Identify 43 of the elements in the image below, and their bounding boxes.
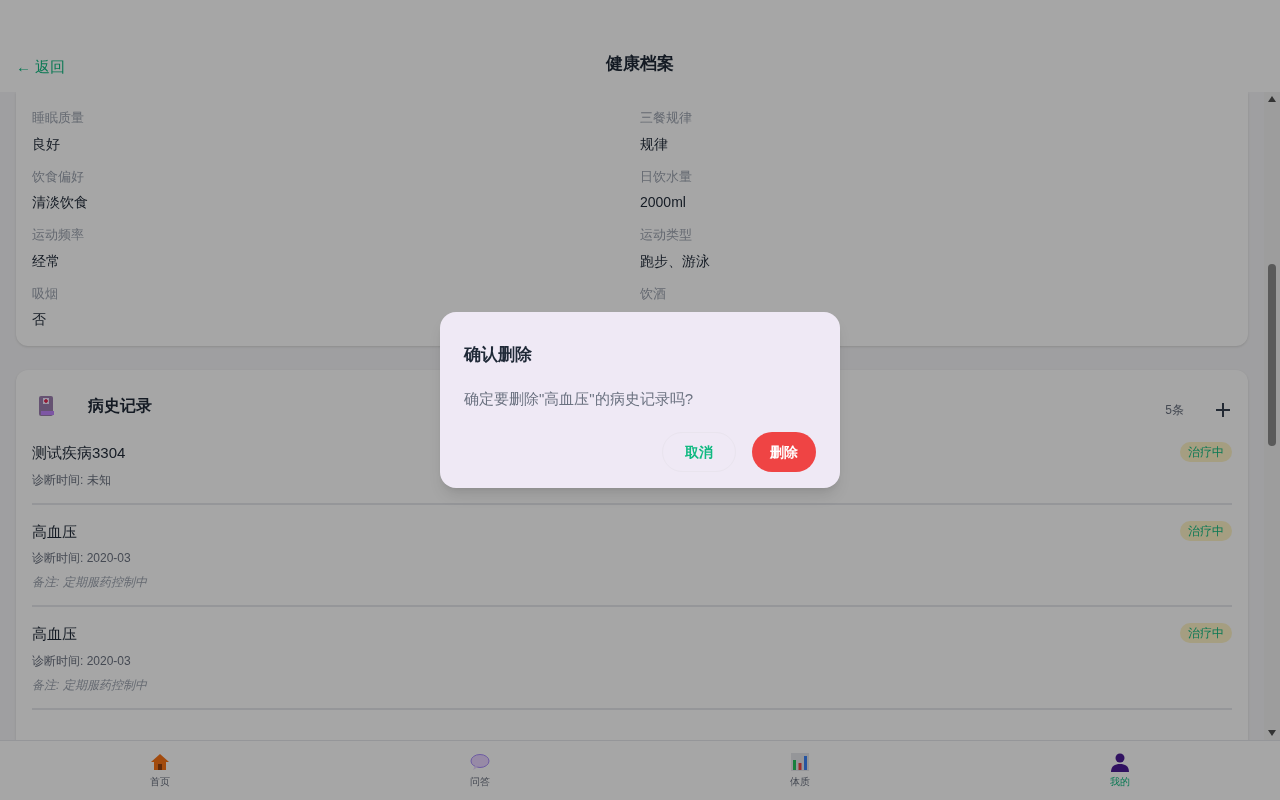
field-label: 日饮水量 bbox=[640, 167, 693, 186]
field-label: 运动频率 bbox=[32, 226, 85, 244]
field-label: 饮酒 bbox=[640, 284, 667, 303]
diagnosis-date: 诊断时间: 未知 bbox=[32, 471, 112, 489]
status-badge: 治疗中 bbox=[1180, 623, 1232, 643]
dialog-title: 确认删除 bbox=[464, 344, 533, 366]
record-note: 备注: 定期服药控制中 bbox=[32, 676, 147, 694]
field-label: 饮食偏好 bbox=[32, 167, 85, 186]
back-link[interactable]: ← 返回 bbox=[16, 55, 66, 78]
record-note: 备注: 定期服药控制中 bbox=[32, 574, 147, 591]
field-value: 2000ml bbox=[640, 193, 687, 212]
tab[interactable]: 我的 bbox=[960, 741, 1280, 800]
scrollbar[interactable] bbox=[1264, 92, 1280, 740]
field-value: 良好 bbox=[32, 134, 61, 154]
field-label: 运动类型 bbox=[640, 226, 693, 244]
field-value: 清淡饮食 bbox=[32, 193, 89, 212]
add-icon[interactable] bbox=[1214, 401, 1232, 419]
page-title: 健康档案 bbox=[606, 52, 674, 75]
diagnosis-date: 诊断时间: 2020-03 bbox=[32, 550, 132, 567]
person-icon bbox=[1110, 752, 1130, 772]
bar-chart-icon bbox=[790, 752, 810, 772]
field-value: 经常 bbox=[32, 251, 61, 271]
field-label: 睡眠质量 bbox=[32, 109, 85, 127]
field-value: 跑步、游泳 bbox=[640, 251, 711, 271]
house-icon bbox=[150, 752, 170, 772]
record-title: 高血压 bbox=[32, 624, 78, 644]
tab[interactable]: 首页 bbox=[0, 741, 320, 800]
field-value: 否 bbox=[32, 310, 47, 329]
speech-bubble-icon bbox=[470, 752, 490, 772]
tab[interactable]: 问答 bbox=[320, 741, 640, 800]
field-label: 吸烟 bbox=[32, 284, 59, 303]
section-title: 病史记录 bbox=[88, 396, 152, 416]
record-count: 5条 bbox=[1165, 402, 1184, 419]
dialog-message: 确定要删除"高血压"的病史记录吗? bbox=[464, 388, 694, 409]
status-badge: 治疗中 bbox=[1180, 520, 1232, 541]
field-value: 规律 bbox=[640, 134, 669, 154]
status-badge: 治疗中 bbox=[1180, 442, 1232, 462]
diagnosis-date: 诊断时间: 2020-03 bbox=[32, 652, 132, 670]
record-title: 高血压 bbox=[32, 521, 78, 542]
tab[interactable]: 体质 bbox=[640, 741, 960, 800]
record-title: 测试疾病3304 bbox=[32, 443, 126, 463]
medical-book-icon bbox=[38, 395, 56, 417]
delete-button[interactable]: 删除 bbox=[752, 432, 816, 472]
